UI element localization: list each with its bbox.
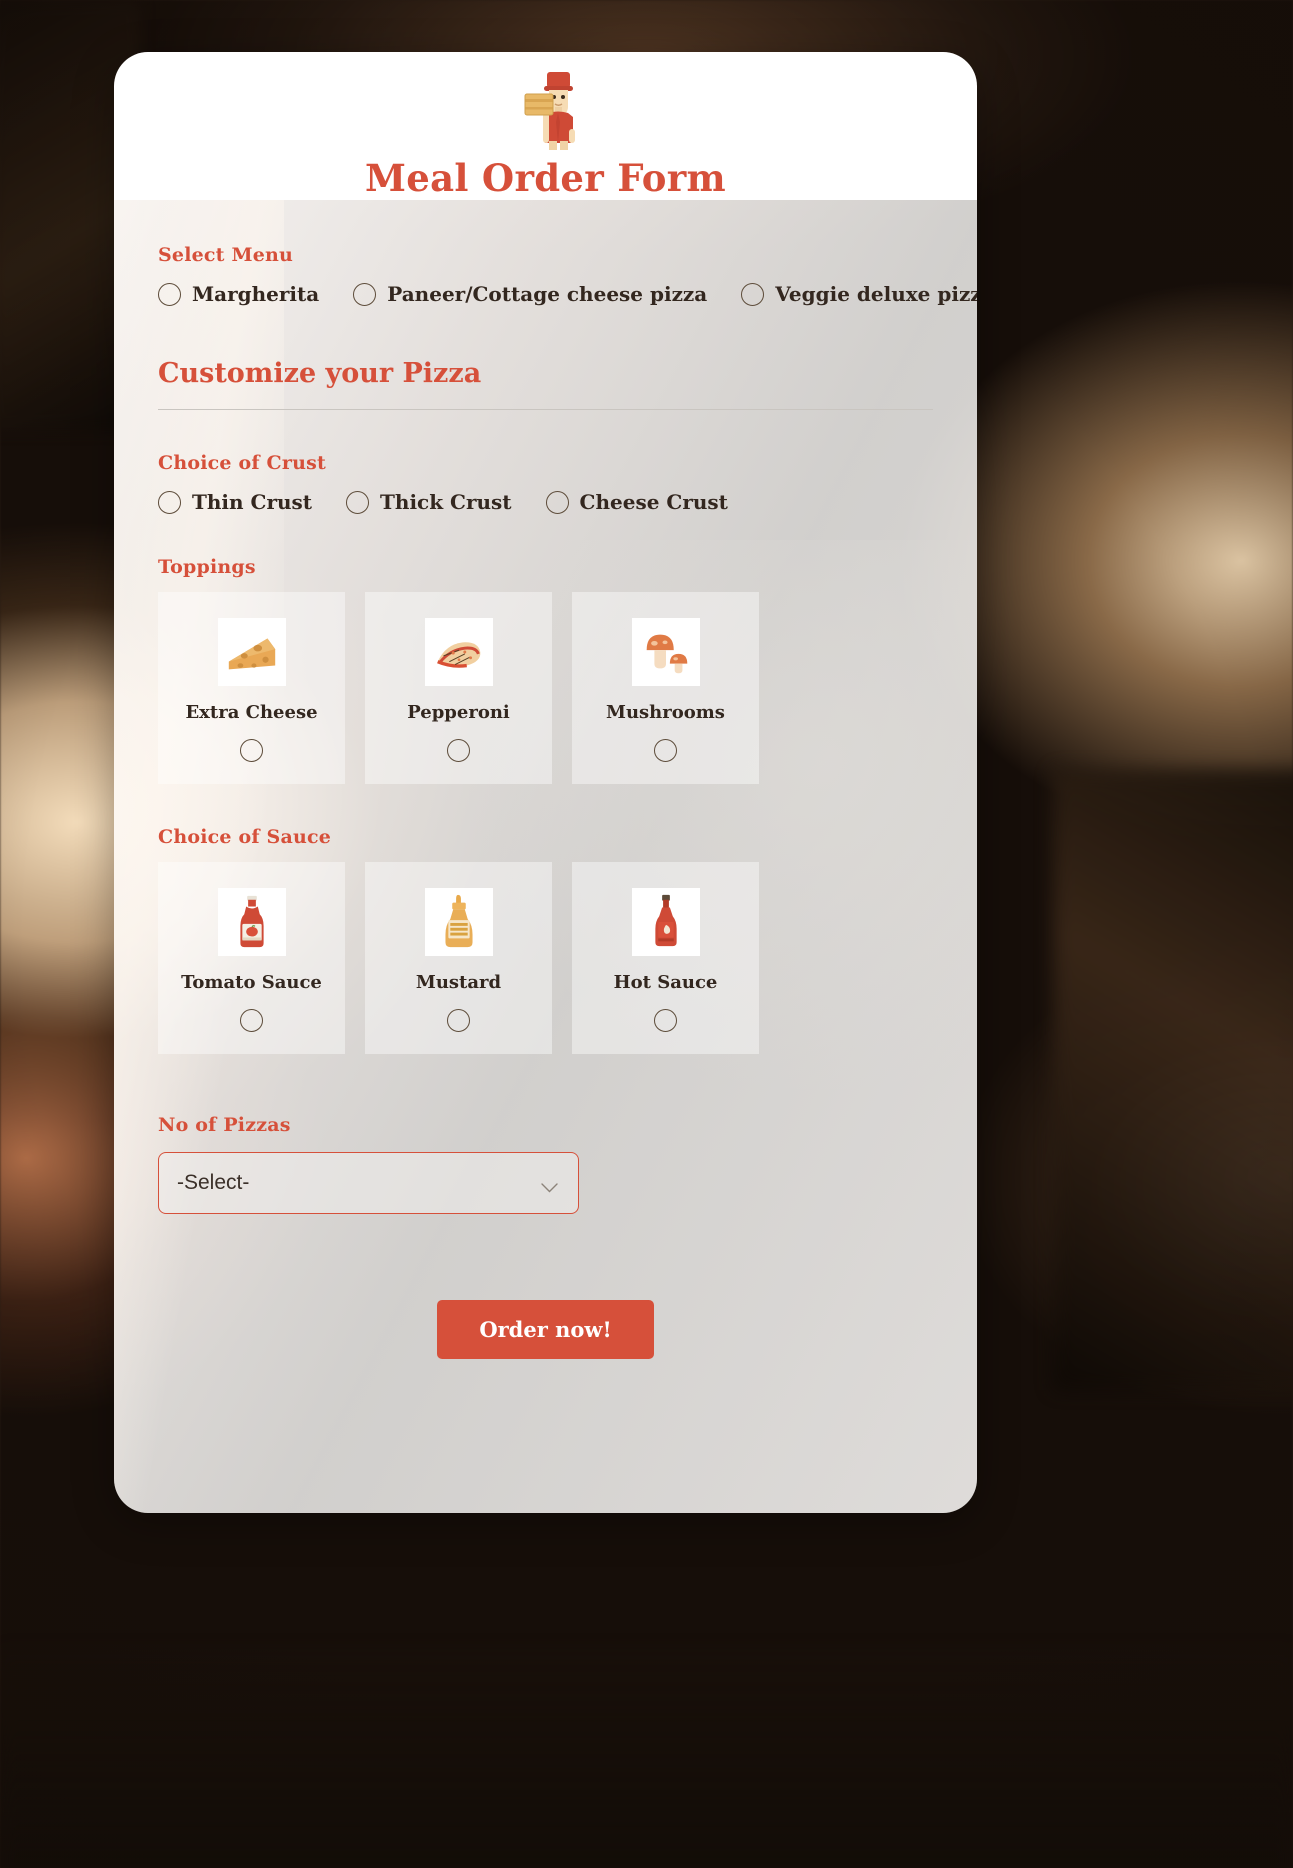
- sauce-card-tomato[interactable]: Tomato Sauce: [158, 862, 345, 1054]
- sauce-name: Mustard: [415, 972, 502, 993]
- crust-option-thick[interactable]: Thick Crust: [346, 490, 512, 514]
- crust-option-thin[interactable]: Thin Crust: [158, 490, 312, 514]
- menu-option-margherita[interactable]: Margherita: [158, 282, 319, 306]
- radio-icon[interactable]: [353, 282, 377, 306]
- quantity-select[interactable]: -Select-: [158, 1152, 579, 1214]
- pepperoni-slices-icon: [424, 618, 493, 686]
- topping-radio-icon[interactable]: [240, 739, 263, 762]
- radio-icon[interactable]: [741, 282, 765, 306]
- topping-name: Pepperoni: [407, 702, 510, 723]
- hot-sauce-bottle-icon: [631, 888, 700, 956]
- select-menu-radio-group: Margherita Paneer/Cottage cheese pizza V…: [158, 282, 977, 306]
- quantity-label: No of Pizzas: [158, 1114, 291, 1136]
- toppings-card-grid: Extra Cheese Pepperoni Mushrooms: [158, 592, 933, 784]
- sauce-name: Hot Sauce: [613, 972, 718, 993]
- topping-card-extra-cheese[interactable]: Extra Cheese: [158, 592, 345, 784]
- menu-option-label: Margherita: [192, 282, 320, 306]
- crust-option-label: Thick Crust: [380, 490, 512, 514]
- page-title: Meal Order Form: [365, 156, 726, 200]
- radio-icon[interactable]: [545, 490, 569, 514]
- crust-label: Choice of Crust: [158, 452, 326, 474]
- sauce-name: Tomato Sauce: [181, 972, 322, 993]
- delivery-man-icon: [500, 66, 592, 152]
- topping-card-mushrooms[interactable]: Mushrooms: [572, 592, 759, 784]
- chevron-down-icon[interactable]: [541, 1178, 558, 1193]
- topping-radio-icon[interactable]: [447, 739, 470, 762]
- crust-option-cheese[interactable]: Cheese Crust: [545, 490, 728, 514]
- topping-card-pepperoni[interactable]: Pepperoni: [365, 592, 552, 784]
- quantity-select-value: -Select-: [177, 1171, 250, 1194]
- sauce-card-hot[interactable]: Hot Sauce: [572, 862, 759, 1054]
- menu-option-label: Paneer/Cottage cheese pizza: [387, 282, 708, 306]
- select-menu-label: Select Menu: [158, 244, 294, 266]
- section-divider: [158, 409, 933, 410]
- crust-radio-group: Thin Crust Thick Crust Cheese Crust: [158, 490, 933, 514]
- cheese-wedge-icon: [217, 618, 286, 686]
- form-header: Meal Order Form: [114, 52, 977, 200]
- menu-option-paneer[interactable]: Paneer/Cottage cheese pizza: [353, 282, 707, 306]
- radio-icon[interactable]: [346, 490, 370, 514]
- radio-icon[interactable]: [158, 490, 181, 514]
- sauce-card-mustard[interactable]: Mustard: [365, 862, 552, 1054]
- submit-row: Order now!: [158, 1300, 933, 1359]
- order-now-button[interactable]: Order now!: [437, 1300, 654, 1359]
- customize-section-title: Customize your Pizza: [158, 358, 482, 389]
- radio-icon[interactable]: [158, 282, 181, 306]
- sauce-label: Choice of Sauce: [158, 826, 332, 848]
- crust-option-label: Thin Crust: [192, 490, 313, 514]
- topping-name: Extra Cheese: [185, 702, 318, 723]
- sauce-radio-icon[interactable]: [447, 1009, 470, 1032]
- sauce-card-grid: Tomato Sauce Mustard Hot Sauce: [158, 862, 933, 1054]
- topping-name: Mushrooms: [606, 702, 725, 723]
- meal-order-form-card: Meal Order Form Select Menu Margherita P…: [114, 52, 977, 1513]
- menu-option-veggie-deluxe[interactable]: Veggie deluxe pizza: [741, 282, 977, 306]
- mushroom-icon: [631, 618, 700, 686]
- ketchup-bottle-icon: [217, 888, 286, 956]
- sauce-radio-icon[interactable]: [654, 1009, 677, 1032]
- toppings-label: Toppings: [158, 556, 256, 578]
- mustard-bottle-icon: [424, 888, 493, 956]
- crust-option-label: Cheese Crust: [579, 490, 728, 514]
- sauce-radio-icon[interactable]: [240, 1009, 263, 1032]
- menu-option-label: Veggie deluxe pizza: [775, 282, 977, 306]
- form-body: Select Menu Margherita Paneer/Cottage ch…: [114, 200, 977, 1513]
- topping-radio-icon[interactable]: [654, 739, 677, 762]
